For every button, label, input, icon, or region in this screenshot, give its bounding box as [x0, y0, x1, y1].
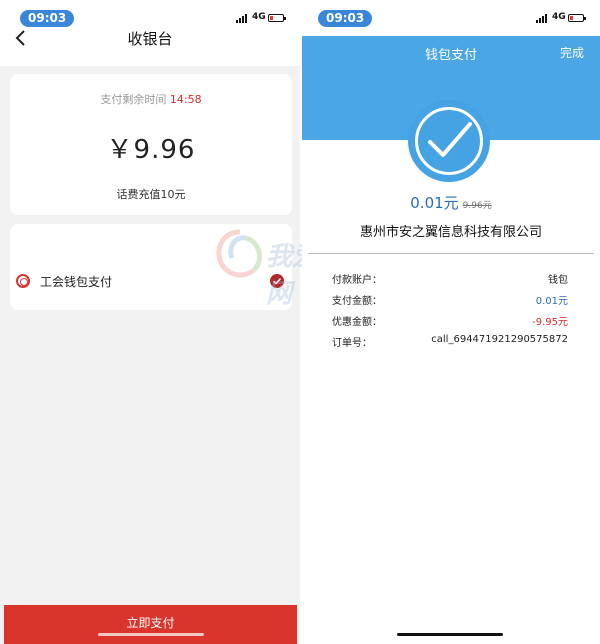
- signal-icon: [536, 14, 547, 23]
- detail-row: 支付金额： 0.01元: [332, 292, 568, 313]
- home-indicator: [397, 633, 503, 636]
- network-label: 4G: [252, 12, 266, 22]
- original-amount: 9.96元: [462, 201, 492, 211]
- divider: [308, 253, 594, 254]
- page-title: 收银台: [127, 30, 173, 48]
- payment-method-label: 工会钱包支付: [40, 275, 113, 289]
- union-wallet-icon: [16, 274, 30, 288]
- detail-row: 优惠金额： -9.95元: [332, 313, 568, 334]
- watermark-swirl-icon: [216, 229, 263, 278]
- detail-row: 订单号： call_694471921290575872: [332, 334, 568, 355]
- amount-card: 支付剩余时间 14:58 ￥9.96 话费充值10元: [10, 74, 292, 215]
- pay-now-button[interactable]: 立即支付: [4, 605, 297, 644]
- signal-icon: [236, 14, 247, 23]
- countdown-value: 14:58: [169, 93, 202, 106]
- detail-value: call_694471921290575872: [431, 334, 568, 345]
- wallet-payment-result-screen: 09:03 4G 钱包支付 完成 0.01元 9.96元 惠州市安之翼信息科技有限…: [302, 0, 600, 644]
- detail-key: 付款账户：: [332, 275, 382, 286]
- detail-key: 优惠金额：: [332, 317, 382, 328]
- status-time: 09:03: [318, 10, 373, 27]
- detail-key: 支付金额：: [332, 296, 382, 307]
- detail-value: -9.95元: [532, 317, 568, 328]
- checkout-header: 09:03 4G 收银台: [0, 0, 300, 66]
- status-time: 09:03: [20, 10, 75, 27]
- detail-value: 钱包: [548, 275, 568, 286]
- merchant-name: 惠州市安之翼信息科技有限公司: [359, 225, 542, 240]
- checkout-screen: 09:03 4G 收银台 支付剩余时间 14:58 ￥9.96 话费充值10元 …: [0, 0, 300, 644]
- detail-value: 0.01元: [535, 296, 568, 307]
- paid-amount: 0.01元: [410, 194, 459, 212]
- countdown-label: 支付剩余时间: [100, 93, 167, 106]
- status-bar: 09:03 4G: [302, 0, 600, 34]
- paid-amount-block: 0.01元 9.96元: [302, 192, 600, 213]
- detail-row: 付款账户： 钱包: [332, 271, 568, 292]
- battery-icon: [268, 14, 286, 22]
- home-indicator: [98, 633, 204, 636]
- detail-key: 订单号：: [332, 338, 372, 349]
- countdown: 支付剩余时间 14:58: [10, 91, 292, 107]
- network-label: 4G: [552, 12, 566, 22]
- page-title: 钱包支付: [424, 48, 477, 63]
- done-button[interactable]: 完成: [560, 44, 584, 61]
- battery-icon: [568, 14, 586, 22]
- order-amount: ￥9.96: [106, 135, 196, 165]
- success-check-icon: [408, 100, 490, 182]
- payment-details: 付款账户： 钱包 支付金额： 0.01元 优惠金额： -9.95元 订单号： c…: [332, 271, 568, 355]
- order-description: 话费充值10元: [116, 188, 186, 201]
